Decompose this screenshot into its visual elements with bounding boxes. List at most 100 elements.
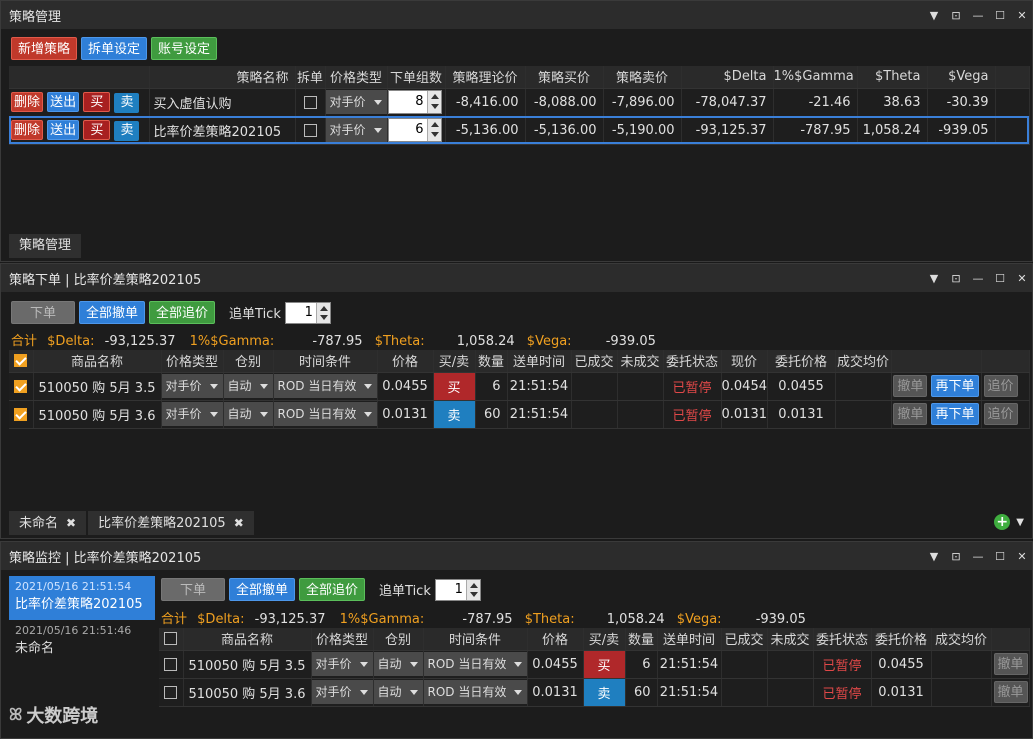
table-row-selected[interactable]: 删除 送出 买 卖 比率价差策略202105 对手价 6 -5,136.00 -… xyxy=(9,116,1030,145)
order-button[interactable]: 下单 xyxy=(161,578,225,601)
maximize-icon[interactable]: ☐ xyxy=(994,272,1006,285)
logo: ꕤ 大数跨境 xyxy=(9,702,98,728)
quantity: 60 xyxy=(625,678,658,707)
price-type-select[interactable]: 对手价 xyxy=(161,402,222,426)
close-tab-icon[interactable]: ✖ xyxy=(66,516,76,530)
close-tab-icon[interactable]: ✖ xyxy=(234,516,244,530)
tick-stepper[interactable]: 1 xyxy=(434,578,481,601)
table-row[interactable]: 510050 购 5月 3.6 对手价 自动 ROD 当日有效 0.0131 卖… xyxy=(159,678,1030,707)
quantity-value[interactable]: 6 xyxy=(389,119,427,141)
split-checkbox[interactable] xyxy=(303,95,317,109)
table-row[interactable]: 510050 购 5月 3.6 对手价 自动 ROD 当日有效 0.0131 卖… xyxy=(9,400,1030,429)
cancel-all-button[interactable]: 全部撤单 xyxy=(79,301,146,324)
split-checkbox[interactable] xyxy=(303,123,317,137)
sell-button[interactable]: 卖 xyxy=(114,120,140,141)
reorder-button[interactable]: 再下单 xyxy=(931,403,979,425)
price-type-select[interactable]: 对手价 xyxy=(311,652,372,676)
maximize-icon[interactable]: ☐ xyxy=(994,9,1006,22)
close-icon[interactable]: ✕ xyxy=(1016,550,1028,563)
pin-icon[interactable]: ⊡ xyxy=(950,550,962,563)
stepper-down-icon[interactable] xyxy=(467,590,480,600)
price-type-select[interactable]: 对手价 xyxy=(325,90,386,114)
buy-button[interactable]: 买 xyxy=(83,91,111,112)
price-type-select[interactable]: 对手价 xyxy=(161,374,222,398)
chevron-down-icon[interactable]: ▼ xyxy=(1016,517,1024,528)
list-item[interactable]: 2021/05/16 21:51:46 未命名 xyxy=(9,620,155,664)
stepper-down-icon[interactable] xyxy=(428,102,441,113)
stepper-up-icon[interactable] xyxy=(428,119,441,130)
stepper-up-icon[interactable] xyxy=(467,580,480,590)
select-all-checkbox[interactable] xyxy=(14,354,28,368)
tick-stepper[interactable]: 1 xyxy=(284,301,331,324)
chase-all-button[interactable]: 全部追价 xyxy=(149,301,216,324)
time-condition-select[interactable]: ROD 当日有效 xyxy=(423,680,526,704)
time-condition-select[interactable]: ROD 当日有效 xyxy=(273,374,376,398)
tab-strategy-management[interactable]: 策略管理 xyxy=(9,234,82,258)
position-select[interactable]: 自动 xyxy=(373,652,422,676)
sell-button[interactable]: 卖 xyxy=(114,92,140,113)
chase-button[interactable]: 追价 xyxy=(983,375,1018,397)
cancel-button[interactable]: 撤单 xyxy=(993,681,1028,703)
quantity-value[interactable]: 8 xyxy=(389,91,427,113)
dropdown-icon[interactable]: ▼ xyxy=(928,9,940,22)
stepper-up-icon[interactable] xyxy=(317,303,330,313)
account-settings-button[interactable]: 账号设定 xyxy=(151,37,218,60)
reorder-button[interactable]: 再下单 xyxy=(931,375,979,397)
dropdown-icon[interactable]: ▼ xyxy=(928,272,940,285)
price-type-select[interactable]: 对手价 xyxy=(325,118,386,142)
tick-value[interactable]: 1 xyxy=(436,580,466,600)
delete-button[interactable]: 删除 xyxy=(11,91,44,112)
delete-button[interactable]: 删除 xyxy=(11,119,44,140)
chase-all-button[interactable]: 全部追价 xyxy=(299,578,366,601)
time-condition-select[interactable]: ROD 当日有效 xyxy=(273,402,376,426)
col-header: 仓别 xyxy=(223,350,274,373)
select-all-checkbox[interactable] xyxy=(164,632,178,646)
minimize-icon[interactable]: — xyxy=(972,272,984,285)
chase-button[interactable]: 追价 xyxy=(983,403,1018,425)
send-button[interactable]: 送出 xyxy=(47,119,80,140)
tick-label: 追单Tick xyxy=(229,307,281,322)
table-row[interactable]: 删除 送出 买 卖 买入虚值认购 对手价 8 -8,416.00 -8,088.… xyxy=(9,88,1030,117)
row-checkbox[interactable] xyxy=(14,379,28,393)
position-select[interactable]: 自动 xyxy=(223,402,272,426)
stepper-down-icon[interactable] xyxy=(428,130,441,141)
tick-value[interactable]: 1 xyxy=(286,303,316,323)
row-checkbox[interactable] xyxy=(14,407,28,421)
table-row[interactable]: 510050 购 5月 3.5 对手价 自动 ROD 当日有效 0.0455 买… xyxy=(9,372,1030,401)
quantity-stepper[interactable]: 8 xyxy=(387,90,442,114)
split-settings-button[interactable]: 拆单设定 xyxy=(81,37,148,60)
cancel-all-button[interactable]: 全部撤单 xyxy=(229,578,296,601)
cancel-button[interactable]: 撤单 xyxy=(893,375,928,397)
send-button[interactable]: 送出 xyxy=(47,91,80,112)
row-checkbox[interactable] xyxy=(164,657,178,671)
col-header: 策略买价 xyxy=(525,66,604,89)
tab-ratio-spread[interactable]: 比率价差策略202105 ✖ xyxy=(88,511,254,535)
stepper-down-icon[interactable] xyxy=(317,313,330,323)
dropdown-icon[interactable]: ▼ xyxy=(928,550,940,563)
price-type-select[interactable]: 对手价 xyxy=(311,680,372,704)
quantity-stepper[interactable]: 6 xyxy=(387,118,442,142)
pin-icon[interactable]: ⊡ xyxy=(950,272,962,285)
close-icon[interactable]: ✕ xyxy=(1016,9,1028,22)
minimize-icon[interactable]: — xyxy=(972,550,984,563)
maximize-icon[interactable]: ☐ xyxy=(994,550,1006,563)
table-row[interactable]: 510050 购 5月 3.5 对手价 自动 ROD 当日有效 0.0455 买… xyxy=(159,650,1030,679)
stepper-up-icon[interactable] xyxy=(428,91,441,102)
add-tab-icon[interactable]: + xyxy=(994,514,1011,530)
position-select[interactable]: 自动 xyxy=(223,374,272,398)
col-header: 价格 xyxy=(527,628,584,651)
list-item-selected[interactable]: 2021/05/16 21:51:54 比率价差策略202105 xyxy=(9,576,155,620)
send-time: 21:51:54 xyxy=(507,400,572,429)
time-condition-select[interactable]: ROD 当日有效 xyxy=(423,652,526,676)
close-icon[interactable]: ✕ xyxy=(1016,272,1028,285)
cancel-button[interactable]: 撤单 xyxy=(893,403,928,425)
order-button[interactable]: 下单 xyxy=(11,301,75,324)
tab-unnamed[interactable]: 未命名 ✖ xyxy=(9,511,87,535)
minimize-icon[interactable]: — xyxy=(972,9,984,22)
buy-button[interactable]: 买 xyxy=(83,119,111,140)
add-strategy-button[interactable]: 新增策略 xyxy=(11,37,78,60)
position-select[interactable]: 自动 xyxy=(373,680,422,704)
cancel-button[interactable]: 撤单 xyxy=(993,653,1028,675)
row-checkbox[interactable] xyxy=(164,685,178,699)
pin-icon[interactable]: ⊡ xyxy=(950,9,962,22)
